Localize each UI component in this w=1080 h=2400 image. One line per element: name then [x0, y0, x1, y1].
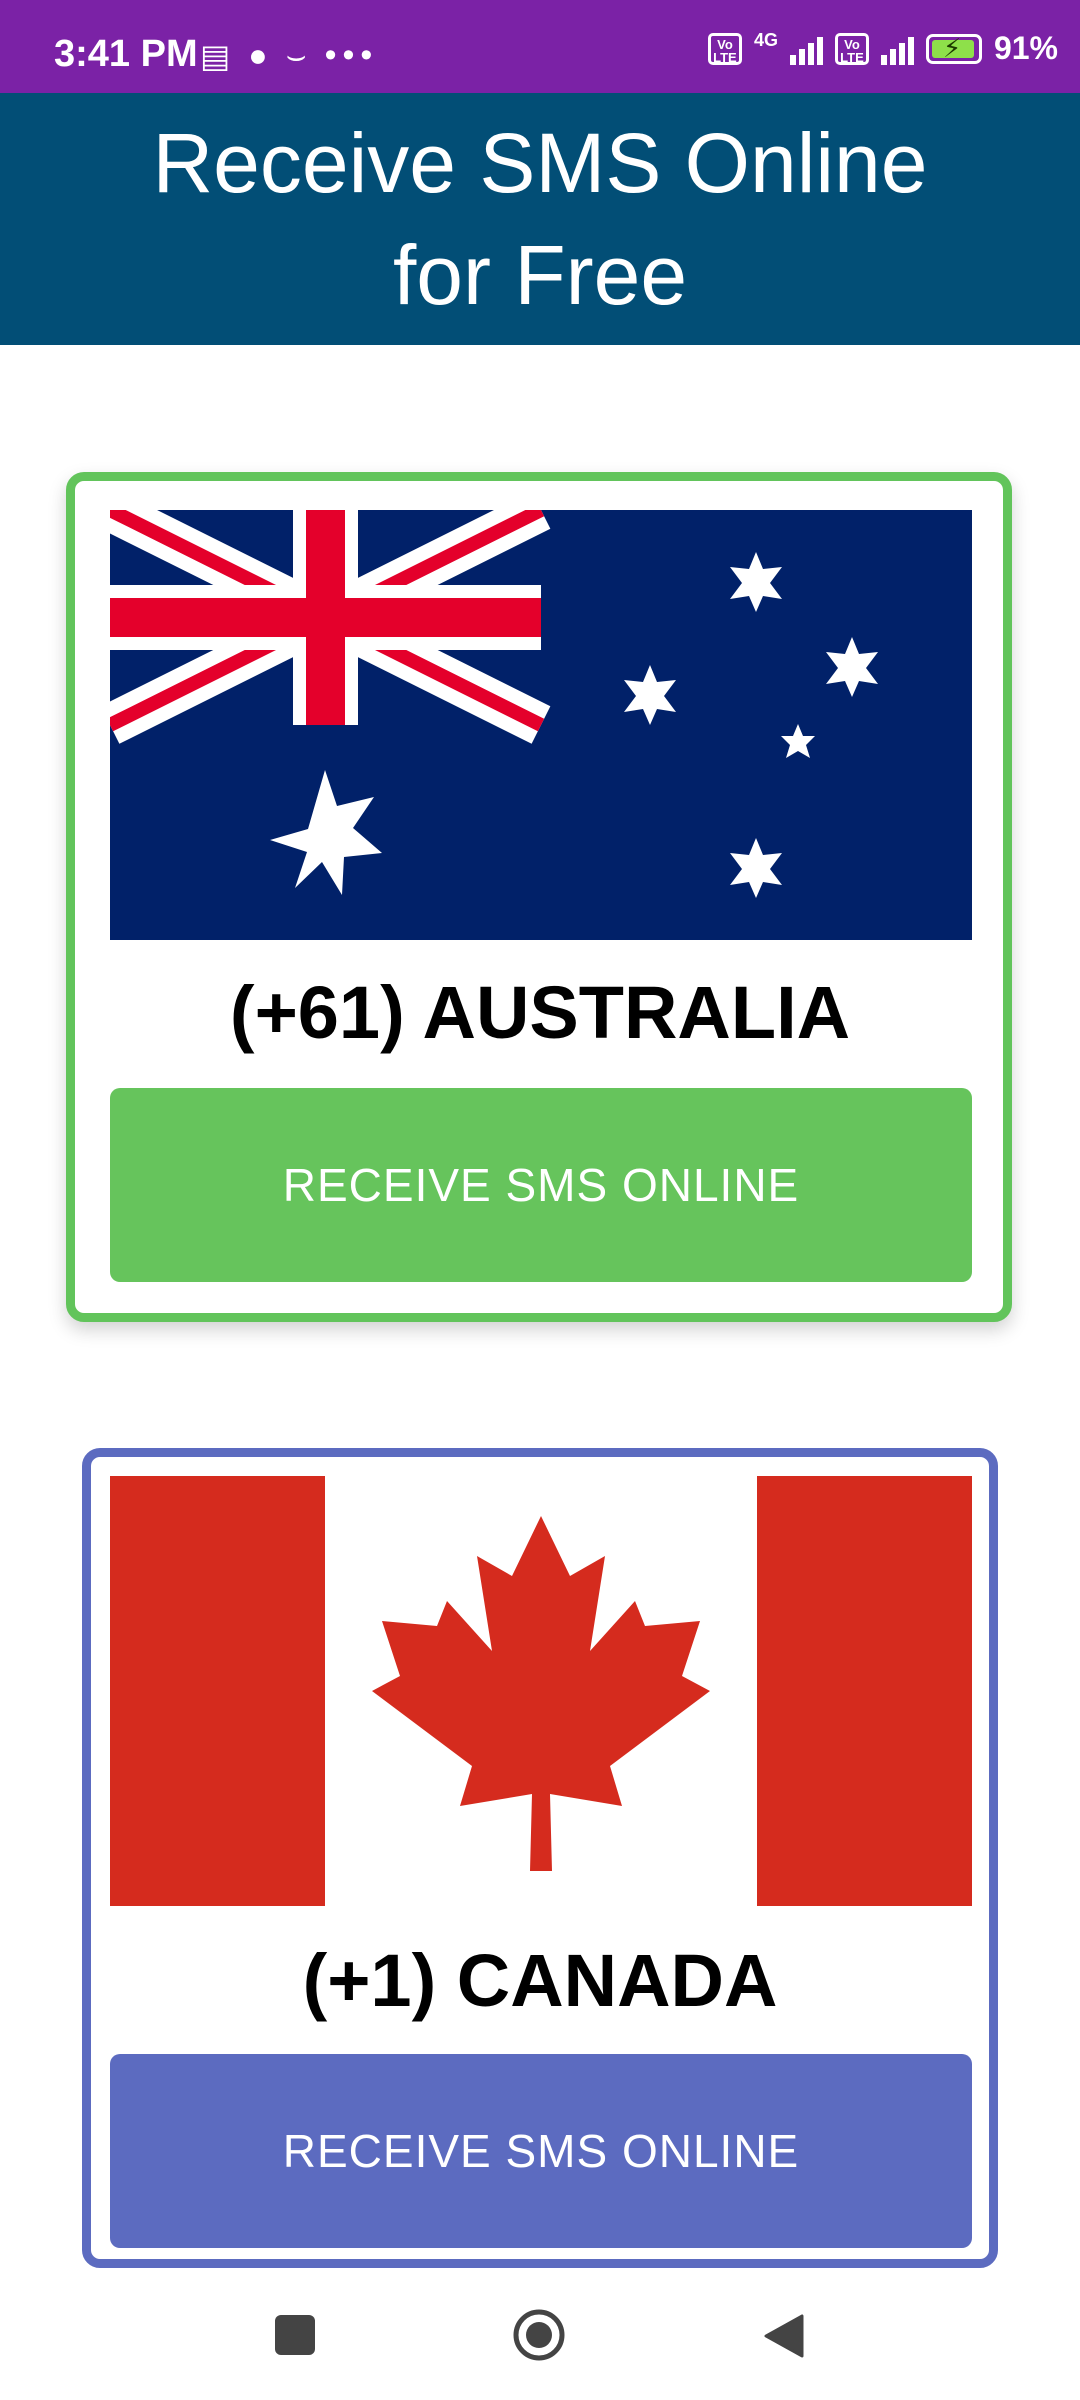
- signal-icon-2: [880, 33, 914, 65]
- amazon-icon: ⌣: [285, 36, 307, 73]
- signal-icon: [789, 33, 823, 65]
- australia-flag: [110, 510, 972, 940]
- volte-icon-2: Vo LTE: [834, 32, 869, 65]
- receive-sms-button-australia[interactable]: RECEIVE SMS ONLINE: [110, 1088, 972, 1282]
- network-type: 4G: [753, 30, 778, 50]
- system-nav-bar: [0, 2280, 1080, 2400]
- battery-percent: 91%: [993, 30, 1058, 66]
- notification-icons: ▤ ● ⌣ •••: [200, 36, 378, 75]
- volte-icon: Vo LTE: [707, 32, 742, 65]
- status-bar: 3:41 PM ▤ ● ⌣ ••• Vo LTE 4G Vo LTE ⚡ 91%: [0, 0, 1080, 93]
- receive-sms-button-canada[interactable]: RECEIVE SMS ONLINE: [110, 2054, 972, 2248]
- country-name-canada: (+1) CANADA: [302, 1939, 778, 2022]
- app-bar: Receive SMS Online for Free: [0, 93, 1080, 345]
- status-time: 3:41 PM: [54, 33, 198, 75]
- country-name-australia: (+61) AUSTRALIA: [229, 971, 851, 1054]
- canada-flag: [110, 1476, 972, 1906]
- robot-icon: ●: [248, 37, 268, 73]
- recent-apps-icon[interactable]: [275, 2315, 315, 2355]
- home-icon[interactable]: [512, 2308, 566, 2362]
- battery-icon: ⚡: [925, 33, 982, 64]
- back-icon[interactable]: [762, 2314, 804, 2358]
- message-icon: ▤: [200, 37, 231, 74]
- overflow-dots-icon: •••: [324, 36, 379, 74]
- system-icons: Vo LTE 4G Vo LTE ⚡ 91%: [707, 30, 1058, 67]
- page-title: Receive SMS Online for Free: [152, 116, 928, 322]
